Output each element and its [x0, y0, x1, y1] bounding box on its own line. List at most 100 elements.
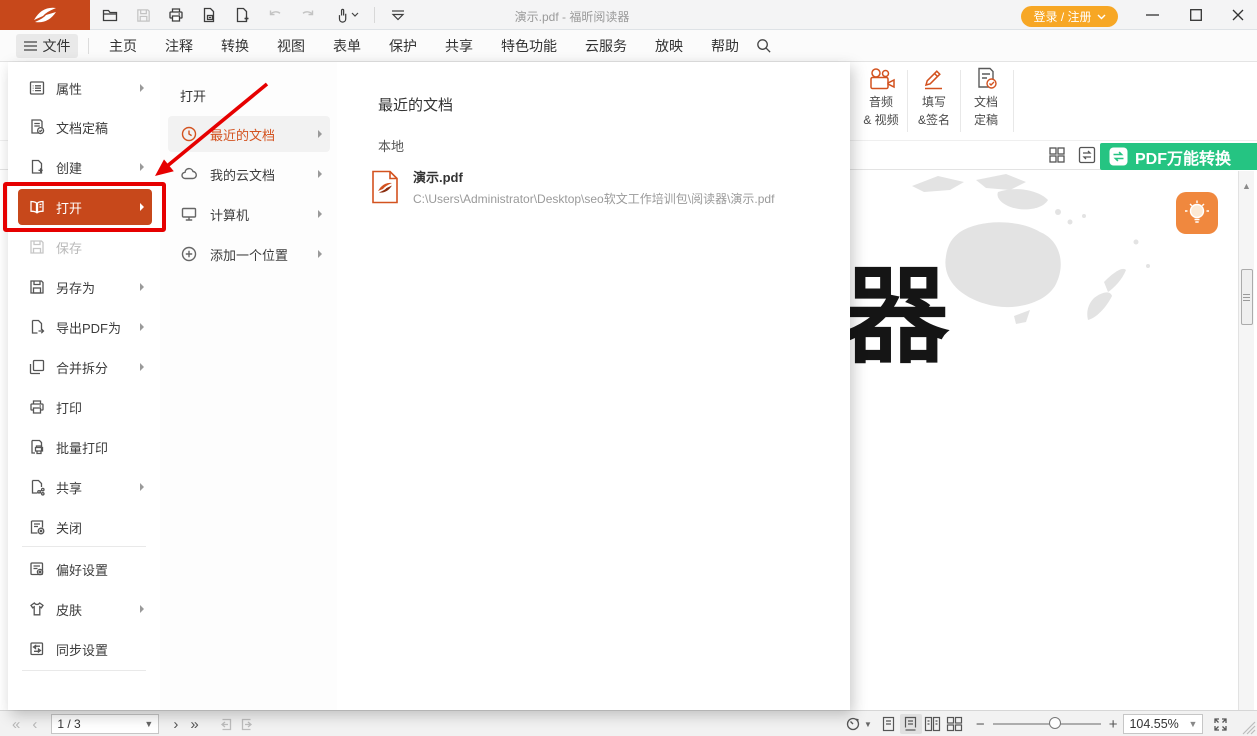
maximize-button[interactable]: [1179, 0, 1213, 30]
prev-page-button[interactable]: ‹: [26, 716, 43, 733]
hand-tool-icon[interactable]: [331, 5, 361, 25]
menu-item-share[interactable]: 共享: [18, 470, 152, 504]
menu-item-open[interactable]: 打开: [18, 189, 152, 225]
computer-icon: [180, 205, 198, 223]
page-number-input[interactable]: 1 / 3 ▼: [51, 714, 159, 734]
facing-continuous-mode-icon[interactable]: [944, 714, 966, 734]
tab-features[interactable]: 特色功能: [501, 36, 557, 56]
file-menu-label: 文件: [43, 36, 71, 56]
open-book-icon: [28, 198, 46, 216]
zoom-out-button[interactable]: −: [976, 716, 985, 733]
next-view-button[interactable]: [237, 714, 259, 734]
previous-view-button[interactable]: [215, 714, 237, 734]
new-document-icon[interactable]: [232, 5, 252, 25]
close-button[interactable]: [1221, 0, 1255, 30]
zoom-level-input[interactable]: 104.55% ▼: [1123, 714, 1203, 734]
grid-view-icon[interactable]: [1048, 146, 1066, 164]
tab-share[interactable]: 共享: [445, 36, 473, 56]
tab-slideshow[interactable]: 放映: [655, 36, 683, 56]
toolbar-separator: [374, 7, 375, 23]
open-item-recent-documents[interactable]: 最近的文档: [168, 116, 330, 152]
doc-finalize-button[interactable]: 文档 定稿: [941, 66, 1031, 138]
page-dropdown-icon[interactable]: ▼: [144, 719, 153, 729]
tab-view[interactable]: 视图: [277, 36, 305, 56]
tab-comment[interactable]: 注释: [165, 36, 193, 56]
menu-item-skin[interactable]: 皮肤: [18, 592, 152, 626]
foxit-logo-icon: [32, 3, 58, 27]
single-page-mode-icon[interactable]: [878, 714, 900, 734]
resize-grip[interactable]: [1242, 721, 1256, 735]
search-icon[interactable]: [755, 37, 772, 54]
minimize-button[interactable]: [1135, 0, 1169, 30]
menu-item-save[interactable]: 保存: [18, 230, 152, 264]
open-item-label: 我的云文档: [210, 165, 275, 184]
open-panel-title: 打开: [180, 86, 206, 105]
menu-item-print[interactable]: 打印: [18, 390, 152, 424]
last-page-button[interactable]: »: [184, 716, 204, 733]
scroll-up-arrow[interactable]: ▲: [1242, 181, 1251, 191]
open-item-add-location[interactable]: 添加一个位置: [168, 236, 330, 272]
next-page-button[interactable]: ›: [167, 716, 184, 733]
app-logo-button[interactable]: [0, 0, 90, 30]
pdf-convert-label: PDF万能转换: [1135, 145, 1231, 169]
tab-form[interactable]: 表单: [333, 36, 361, 56]
menu-item-label: 文档定稿: [56, 118, 108, 137]
print-page-icon[interactable]: [199, 5, 219, 25]
undo-icon[interactable]: [265, 5, 285, 25]
menu-item-properties[interactable]: 属性: [18, 71, 152, 105]
menu-item-doc-finalize[interactable]: 文档定稿: [18, 110, 152, 144]
open-folder-icon[interactable]: [100, 5, 120, 25]
tab-home[interactable]: 主页: [109, 36, 137, 56]
scrollbar-thumb[interactable]: [1241, 269, 1253, 325]
menu-item-label: 皮肤: [56, 600, 82, 619]
quick-access-toolbar: [100, 0, 408, 30]
file-menu-button[interactable]: 文件: [16, 34, 78, 58]
redo-icon[interactable]: [298, 5, 318, 25]
zoom-in-button[interactable]: +: [1109, 716, 1118, 733]
file-path: C:\Users\Administrator\Desktop\seo软文工作培训…: [413, 190, 774, 207]
print-icon[interactable]: [166, 5, 186, 25]
open-item-label: 计算机: [210, 205, 249, 224]
menu-item-merge-split[interactable]: 合并拆分: [18, 350, 152, 384]
recent-file-row[interactable]: 演示.pdf C:\Users\Administrator\Desktop\se…: [371, 164, 821, 210]
save-icon[interactable]: [133, 5, 153, 25]
fullscreen-icon[interactable]: [1209, 714, 1231, 734]
facing-mode-icon[interactable]: [922, 714, 944, 734]
vertical-scrollbar[interactable]: ▲: [1238, 171, 1254, 710]
ribbon-separator: [1013, 70, 1014, 132]
tips-bulb-button[interactable]: [1176, 192, 1218, 234]
menu-item-preferences[interactable]: 偏好设置: [18, 552, 152, 586]
login-button[interactable]: 登录 / 注册: [1021, 6, 1118, 27]
pdf-convert-button[interactable]: PDF万能转换: [1100, 143, 1257, 170]
menu-item-export-pdf[interactable]: 导出PDF为: [18, 310, 152, 344]
menu-item-label: 打开: [56, 198, 82, 217]
menu-item-sync-settings[interactable]: 同步设置: [18, 632, 152, 666]
file-menu-left-column: 属性 文档定稿 创建 打开 保存 另存为: [8, 62, 160, 710]
app-window: 演示.pdf - 福昕阅读器 登录 / 注册 文件 主页 注释 转换 视图 表单…: [0, 0, 1257, 736]
login-label: 登录 / 注册: [1033, 8, 1091, 25]
tab-protect[interactable]: 保护: [389, 36, 417, 56]
sync-settings-icon: [28, 640, 46, 658]
tab-cloud[interactable]: 云服务: [585, 36, 627, 56]
menu-item-label: 批量打印: [56, 438, 108, 457]
menu-item-label: 保存: [56, 238, 82, 257]
menu-item-save-as[interactable]: 另存为: [18, 270, 152, 304]
zoom-dropdown-icon[interactable]: ▼: [1189, 719, 1198, 729]
rotate-view-icon[interactable]: [842, 714, 864, 734]
tab-help[interactable]: 帮助: [711, 36, 739, 56]
swap-page-icon[interactable]: [1077, 145, 1097, 165]
rotate-dropdown-icon[interactable]: ▼: [864, 720, 872, 729]
menu-item-close[interactable]: 关闭: [18, 510, 152, 544]
open-item-cloud-documents[interactable]: 我的云文档: [168, 156, 330, 192]
menu-item-label: 关闭: [56, 518, 82, 537]
zoom-slider[interactable]: [993, 723, 1101, 725]
menu-item-label: 导出PDF为: [56, 318, 121, 337]
tab-convert[interactable]: 转换: [221, 36, 249, 56]
zoom-slider-thumb[interactable]: [1049, 717, 1061, 729]
menu-item-create[interactable]: 创建: [18, 150, 152, 184]
customize-toolbar-icon[interactable]: [388, 5, 408, 25]
continuous-mode-icon[interactable]: [900, 714, 922, 734]
first-page-button[interactable]: «: [6, 716, 26, 733]
menu-item-batch-print[interactable]: 批量打印: [18, 430, 152, 464]
open-item-computer[interactable]: 计算机: [168, 196, 330, 232]
